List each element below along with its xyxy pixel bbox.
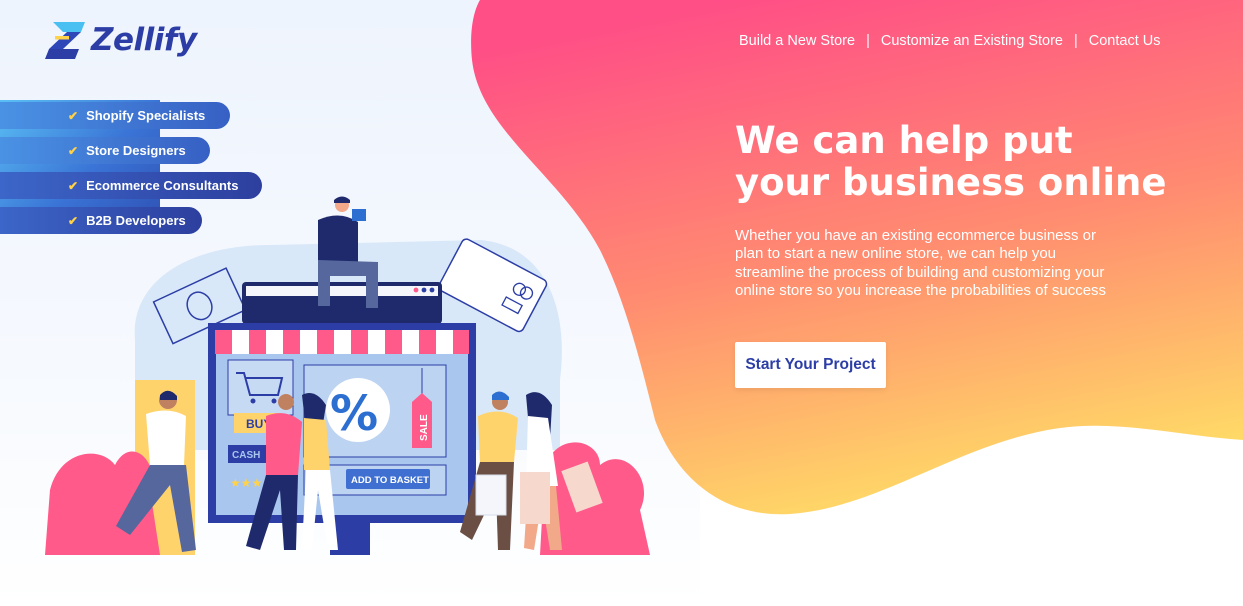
brand-logo[interactable]: Zellify (45, 19, 197, 61)
check-icon: ✔ (68, 108, 79, 123)
brand-name: Zellify (91, 22, 197, 58)
nav-separator: | (866, 33, 870, 49)
start-project-button[interactable]: Start Your Project (735, 342, 886, 388)
sale-label: SALE (419, 414, 430, 441)
specialty-item: ✔ Store Designers (0, 137, 210, 164)
hero-title-line-2: your business online (735, 161, 1167, 204)
specialty-label: Store Designers (86, 143, 186, 158)
nav-customize-store[interactable]: Customize an Existing Store (881, 33, 1063, 49)
shop-awning (215, 330, 469, 354)
cash-label: CASH (232, 450, 260, 461)
percent-label: % (330, 386, 378, 442)
nav-separator: | (1073, 33, 1078, 49)
top-nav: Build a New Store | Customize an Existin… (739, 33, 1161, 49)
check-icon: ✔ (68, 143, 79, 158)
hero-title-line-1: We can help put (735, 119, 1073, 162)
hero-title: We can help put your business online (735, 120, 1195, 204)
z-logo-icon (45, 22, 85, 59)
rating-stars-icon: ★★★ (230, 476, 262, 490)
hero-description: Whether you have an existing ecommerce b… (735, 227, 1107, 299)
shopping-illustration: BUY CASH ★★★ % SALE ADD TO BASKET (45, 196, 650, 555)
nav-build-store[interactable]: Build a New Store (739, 33, 855, 49)
specialty-label: Shopify Specialists (86, 108, 206, 123)
nav-contact-us[interactable]: Contact Us (1089, 33, 1161, 49)
browser-tab (246, 286, 438, 296)
specialty-item: ✔ Shopify Specialists (0, 102, 230, 129)
add-to-basket-label: ADD TO BASKET (351, 475, 429, 486)
